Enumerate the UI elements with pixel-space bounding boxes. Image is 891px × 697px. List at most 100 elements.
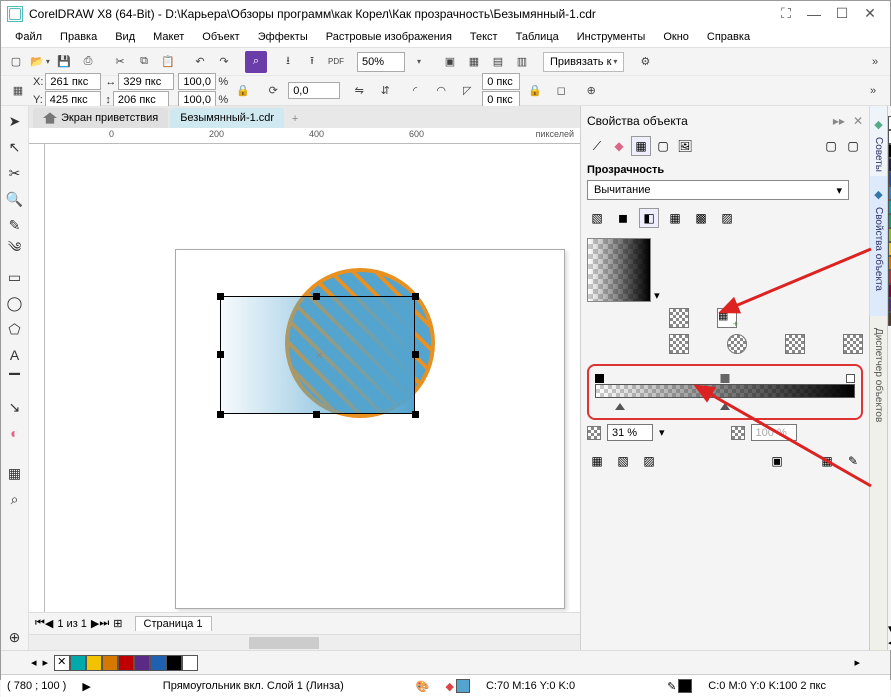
fullscreen-icon[interactable]: ▣ — [439, 51, 461, 73]
show-rulers-icon[interactable]: ▦ — [463, 51, 485, 73]
edit-transparency-icon[interactable]: ✎ — [843, 451, 863, 471]
mirror-v-icon[interactable]: ⇵ — [374, 80, 396, 102]
twocolor-transparency-icon[interactable]: ▩ — [691, 208, 711, 228]
gradient-stop-end[interactable] — [846, 374, 855, 383]
doc-color-swatch[interactable] — [166, 655, 182, 671]
menu-file[interactable]: Файл — [7, 29, 50, 45]
maximize-button[interactable]: ☐ — [828, 4, 856, 24]
mirror-h-icon[interactable]: ⇋ — [348, 80, 370, 102]
pick-tool-icon[interactable]: ➤ — [3, 109, 27, 133]
apply-outline-icon[interactable]: ▧ — [613, 451, 633, 471]
menu-edit[interactable]: Правка — [52, 29, 105, 45]
page-prev-icon[interactable]: ◀ — [45, 617, 53, 630]
doc-color-swatch[interactable] — [150, 655, 166, 671]
doc-color-swatch[interactable] — [102, 655, 118, 671]
pal-left-icon[interactable]: ◂ — [31, 656, 37, 669]
fill-tab-icon[interactable]: ◆ — [609, 136, 629, 156]
ruler-horizontal[interactable]: 0 200 400 600 пикселей — [29, 128, 580, 144]
docker-vtab-objectprops[interactable]: ◆Свойства объекта — [869, 176, 887, 316]
user-icon[interactable]: ⛶ — [772, 4, 800, 24]
uniform-transparency-icon[interactable]: ◼ — [613, 208, 633, 228]
new-icon[interactable]: ▢ — [5, 51, 27, 73]
show-grid-icon[interactable]: ▤ — [487, 51, 509, 73]
pal-right-icon[interactable]: ▸ — [854, 656, 860, 669]
tab-welcome[interactable]: Экран приветствия — [33, 108, 168, 128]
opacity-stepper-icon[interactable]: ▾ — [659, 426, 665, 439]
menu-table[interactable]: Таблица — [508, 29, 567, 45]
apply-both-icon[interactable]: ▨ — [639, 451, 659, 471]
quickcustomize-icon[interactable]: ⊕ — [3, 625, 27, 649]
add-tab-button[interactable]: + — [286, 110, 304, 128]
doc-color-swatch[interactable] — [86, 655, 102, 671]
doc-color-swatch[interactable] — [134, 655, 150, 671]
print-icon[interactable]: ⎙ — [77, 51, 99, 73]
gradient-preview-dropdown-icon[interactable]: ▾ — [654, 290, 660, 302]
page-add-icon[interactable]: ⊞ — [109, 617, 126, 630]
no-transparency-icon[interactable]: ▧ — [587, 208, 607, 228]
relative-corner-icon[interactable]: ◻ — [550, 80, 572, 102]
menu-text[interactable]: Текст — [462, 29, 506, 45]
corner-scallop-icon[interactable]: ◠ — [430, 80, 452, 102]
gradient-midpoint[interactable] — [721, 374, 730, 383]
text-tool-icon[interactable]: A — [3, 343, 27, 367]
status-outline-swatch-icon[interactable]: ✎ — [667, 679, 692, 693]
docker-tab2-icon[interactable]: ▢ — [843, 136, 863, 156]
menu-help[interactable]: Справка — [699, 29, 758, 45]
doc-color-swatch[interactable] — [118, 655, 134, 671]
rectangular-fountain-icon[interactable] — [843, 334, 863, 354]
texture-transparency-icon[interactable]: ▨ — [717, 208, 737, 228]
freeze-icon[interactable]: ▣ — [767, 451, 787, 471]
propbar-overflow-icon[interactable]: » — [862, 80, 884, 102]
eyedropper-tool-icon[interactable]: ⌕ — [3, 487, 27, 511]
status-next-icon[interactable]: ▶ — [82, 680, 90, 693]
ellipse-tool-icon[interactable]: ◯ — [3, 291, 27, 315]
doc-no-color[interactable]: ✕ — [54, 655, 70, 671]
hscrollbar[interactable] — [29, 634, 580, 650]
w-input[interactable]: 329 пкс — [118, 73, 174, 90]
ruler-vertical[interactable] — [29, 144, 45, 612]
menu-object[interactable]: Объект — [194, 29, 247, 45]
docker-vtab-hints[interactable]: ◆Советы — [869, 106, 887, 176]
tab-doc1[interactable]: Безымянный-1.cdr — [170, 108, 284, 128]
docker-vtab-objectmanager[interactable]: Диспетчер объектов — [869, 316, 887, 476]
linear-fountain-icon[interactable] — [669, 334, 689, 354]
undo-icon[interactable]: ↶ — [189, 51, 211, 73]
menu-layout[interactable]: Макет — [145, 29, 192, 45]
search-content-icon[interactable]: ⌕ — [245, 51, 267, 73]
cut-icon[interactable]: ✂ — [109, 51, 131, 73]
docker-close-icon[interactable]: ✕ — [853, 114, 863, 128]
export-icon[interactable]: ⭱ — [301, 51, 323, 73]
workspace[interactable]: ✕ — [45, 144, 580, 612]
menu-view[interactable]: Вид — [107, 29, 143, 45]
options-icon[interactable]: ⚙ — [634, 51, 656, 73]
gradient-editor[interactable] — [595, 374, 855, 410]
node-transparency-icon[interactable] — [669, 308, 689, 328]
wrap-text-icon[interactable]: ⊕ — [580, 80, 602, 102]
toolbar-overflow-icon[interactable]: » — [864, 51, 886, 73]
page-first-icon[interactable]: ⏮ — [35, 617, 45, 630]
zoom-tool-icon[interactable]: 🔍 — [3, 187, 27, 211]
menu-window[interactable]: Окно — [655, 29, 697, 45]
import-icon[interactable]: ⭳ — [277, 51, 299, 73]
pattern-transparency-icon[interactable]: ▦ — [665, 208, 685, 228]
node-add-icon[interactable]: ▦+ — [717, 308, 737, 328]
opacity-input-right[interactable]: 100 % — [751, 424, 797, 441]
apply-fill-icon[interactable]: ▦ — [587, 451, 607, 471]
snap-dropdown[interactable]: Привязать к ▾ — [543, 52, 624, 72]
corner-chamfer-icon[interactable]: ◸ — [456, 80, 478, 102]
show-guides-icon[interactable]: ▥ — [511, 51, 533, 73]
menu-tools[interactable]: Инструменты — [569, 29, 654, 45]
parallel-dim-icon[interactable]: ▔ — [3, 369, 27, 393]
save-icon[interactable]: 💾 — [53, 51, 75, 73]
transparency-tab-icon[interactable]: ▦ — [631, 136, 651, 156]
copy-transparency-icon[interactable]: ▦ — [817, 451, 837, 471]
docker-tab1-icon[interactable]: ▢ — [821, 136, 841, 156]
object-origin-icon[interactable]: ▦ — [7, 80, 29, 102]
page-last-icon[interactable]: ⏭ — [99, 617, 109, 630]
doc-color-swatch[interactable] — [182, 655, 198, 671]
close-button[interactable]: ✕ — [856, 4, 884, 24]
shape-tool-icon[interactable]: ↖ — [3, 135, 27, 159]
zoom-level[interactable]: 50% — [357, 52, 405, 72]
artistic-media-icon[interactable]: ༄ — [3, 239, 27, 263]
gradient-stop-start[interactable] — [595, 374, 604, 383]
